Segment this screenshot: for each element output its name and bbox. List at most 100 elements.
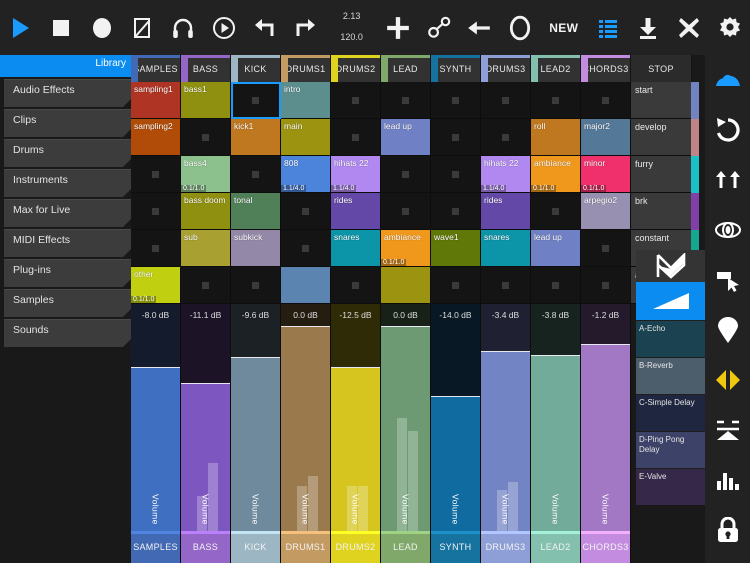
- clip-slot-empty[interactable]: [481, 119, 531, 156]
- volume-value-synth[interactable]: -14.0 dB: [431, 304, 481, 326]
- sidebar-item-midi-effects[interactable]: MIDI Effects: [4, 229, 131, 257]
- bottom-track-samples[interactable]: SAMPLES: [131, 531, 181, 563]
- clip-slot-major2[interactable]: major2: [581, 119, 631, 156]
- clip-slot-empty[interactable]: [231, 267, 281, 304]
- left-right-arrows-icon[interactable]: [705, 355, 750, 405]
- volume-fader-kick[interactable]: Volume: [231, 326, 281, 531]
- loop-circle-button[interactable]: [500, 0, 541, 55]
- clip-stop-square[interactable]: [152, 244, 159, 252]
- clip-stop-square[interactable]: [252, 170, 259, 178]
- chain-link-button[interactable]: [418, 0, 459, 55]
- clip-stop-square[interactable]: [352, 96, 359, 104]
- clip-slot-empty[interactable]: [581, 82, 631, 119]
- clip-stop-square[interactable]: [252, 281, 259, 289]
- clip-slot-hihats-22[interactable]: hihats 22 1.1/4.0: [481, 156, 531, 193]
- clip-slot-empty[interactable]: [381, 156, 431, 193]
- cursor-select-icon[interactable]: [705, 255, 750, 305]
- device-item-b-reverb[interactable]: B-Reverb: [636, 357, 705, 394]
- clip-slot-empty[interactable]: [431, 267, 481, 304]
- clip-slot-empty[interactable]: [281, 267, 331, 304]
- record-button[interactable]: [81, 0, 122, 55]
- track-header-samples[interactable]: SAMPLES: [131, 55, 181, 82]
- volume-fader-synth[interactable]: Volume: [431, 326, 481, 531]
- stop-button[interactable]: [41, 0, 82, 55]
- bottom-track-kick[interactable]: KICK: [231, 531, 281, 563]
- tempo-display[interactable]: 2.13 120.0: [326, 0, 378, 55]
- clip-slot-empty[interactable]: [481, 267, 531, 304]
- headphones-button[interactable]: [163, 0, 204, 55]
- device-item-d-ping-pong-delay[interactable]: D-Ping Pong Delay: [636, 431, 705, 468]
- volume-value-drums1[interactable]: 0.0 dB: [281, 304, 331, 326]
- clip-stop-square[interactable]: [452, 207, 459, 215]
- bottom-track-drums2[interactable]: DRUMS2: [331, 531, 381, 563]
- track-header-drums3[interactable]: DRUMS3: [481, 55, 531, 82]
- clip-slot-empty[interactable]: [431, 119, 481, 156]
- volume-fader-lead[interactable]: Volume: [381, 326, 431, 531]
- swap-arrows-icon[interactable]: [705, 155, 750, 205]
- clip-slot-empty[interactable]: [131, 193, 181, 230]
- library-tab[interactable]: Library: [0, 55, 131, 77]
- clip-stop-square[interactable]: [152, 170, 159, 178]
- clip-slot-empty[interactable]: [381, 193, 431, 230]
- track-header-drums2[interactable]: DRUMS2: [331, 55, 381, 82]
- clip-slot-empty[interactable]: [331, 119, 381, 156]
- track-header-chords3[interactable]: CHORDS3: [581, 55, 631, 82]
- clip-slot-main[interactable]: main: [281, 119, 331, 156]
- eye-icon[interactable]: [705, 205, 750, 255]
- track-header-kick[interactable]: KICK: [231, 55, 281, 82]
- clip-slot-kick1[interactable]: kick1: [231, 119, 281, 156]
- track-header-drums1[interactable]: DRUMS1: [281, 55, 331, 82]
- clip-stop-square[interactable]: [452, 96, 459, 104]
- clip-stop-square[interactable]: [202, 281, 209, 289]
- clip-stop-square[interactable]: [452, 133, 459, 141]
- device-item-a-echo[interactable]: A-Echo: [636, 320, 705, 357]
- clip-slot-hihats-22[interactable]: hihats 22 1.1/4.0: [331, 156, 381, 193]
- clip-slot-empty[interactable]: [581, 230, 631, 267]
- clip-slot-empty[interactable]: [581, 267, 631, 304]
- close-button[interactable]: [669, 0, 710, 55]
- device-item-e-valve[interactable]: E-Valve: [636, 468, 705, 505]
- clip-stop-square[interactable]: [402, 96, 409, 104]
- clip-stop-square[interactable]: [602, 281, 609, 289]
- clip-slot-sub[interactable]: sub: [181, 230, 231, 267]
- stop-all-clips-header[interactable]: STOP: [631, 55, 692, 82]
- clip-stop-square[interactable]: [202, 133, 209, 141]
- clip-slot-empty[interactable]: [231, 82, 281, 119]
- clip-slot-snares[interactable]: snares: [331, 230, 381, 267]
- bottom-track-synth[interactable]: SYNTH: [431, 531, 481, 563]
- preview-button[interactable]: [204, 0, 245, 55]
- device-item-c-simple-delay[interactable]: C-Simple Delay: [636, 394, 705, 431]
- clip-slot-empty[interactable]: [531, 267, 581, 304]
- undo-button[interactable]: [244, 0, 285, 55]
- clip-stop-square[interactable]: [152, 207, 159, 215]
- clip-stop-square[interactable]: [502, 96, 509, 104]
- cloud-icon[interactable]: [705, 55, 750, 105]
- clip-slot-empty[interactable]: [181, 119, 231, 156]
- bottom-track-drums1[interactable]: DRUMS1: [281, 531, 331, 563]
- bottom-track-chords3[interactable]: CHORDS3: [581, 531, 631, 563]
- clip-slot-empty[interactable]: [531, 82, 581, 119]
- clip-slot-empty[interactable]: [431, 156, 481, 193]
- clip-slot-empty[interactable]: [281, 193, 331, 230]
- volume-value-drums3[interactable]: -3.4 dB: [481, 304, 531, 326]
- volume-fader-chords3[interactable]: Volume: [581, 326, 631, 531]
- scene-launch-brk[interactable]: brk: [631, 193, 699, 230]
- track-header-synth[interactable]: SYNTH: [431, 55, 481, 82]
- lock-icon[interactable]: [705, 505, 750, 555]
- track-header-lead2[interactable]: LEAD2: [531, 55, 581, 82]
- download-button[interactable]: [628, 0, 669, 55]
- clip-slot-sampling2[interactable]: sampling2: [131, 119, 181, 156]
- volume-value-samples[interactable]: -8.0 dB: [131, 304, 181, 326]
- clip-stop-square[interactable]: [352, 133, 359, 141]
- clip-slot-empty[interactable]: [531, 193, 581, 230]
- gear-button[interactable]: [709, 0, 750, 55]
- clip-slot-other[interactable]: other 0.1/1.0: [131, 267, 181, 304]
- track-header-lead[interactable]: LEAD: [381, 55, 431, 82]
- volume-fader-lead2[interactable]: Volume: [531, 326, 581, 531]
- clip-slot-empty[interactable]: [381, 267, 431, 304]
- bottom-track-lead[interactable]: LEAD: [381, 531, 431, 563]
- sidebar-item-sounds[interactable]: Sounds: [4, 319, 131, 347]
- clip-slot-empty[interactable]: [331, 267, 381, 304]
- volume-value-lead[interactable]: 0.0 dB: [381, 304, 431, 326]
- clip-slot-808[interactable]: 808 1.1/4.0: [281, 156, 331, 193]
